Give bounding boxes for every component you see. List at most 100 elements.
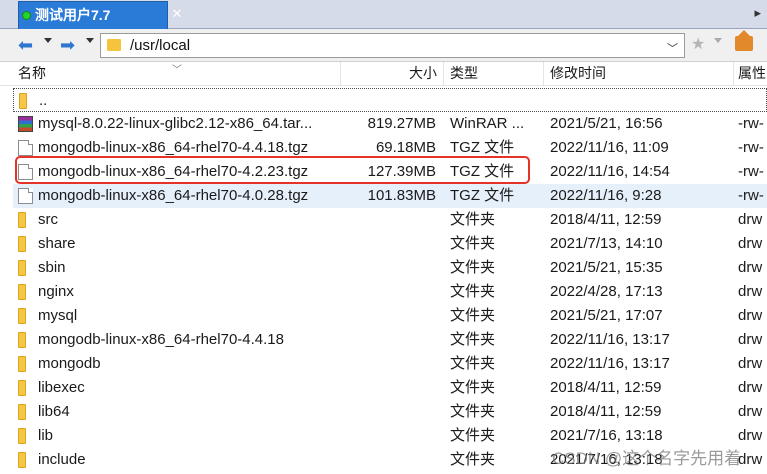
file-attr: -rw- bbox=[738, 187, 764, 204]
file-name: mongodb-linux-x86_64-rhel70-4.4.18 bbox=[38, 331, 284, 348]
file-type: 文件夹 bbox=[450, 451, 496, 468]
file-mtime: 2022/4/28, 17:13 bbox=[550, 283, 663, 300]
file-type: TGZ 文件 bbox=[450, 187, 515, 204]
file-type: 文件夹 bbox=[450, 235, 496, 252]
file-name: lib bbox=[38, 427, 54, 444]
file-attr: drw bbox=[738, 355, 763, 372]
file-name: mysql-8.0.22-linux-glibc2.12-x86_64.tar.… bbox=[38, 115, 313, 132]
file-name: .. bbox=[39, 92, 48, 109]
file-name: share bbox=[38, 235, 76, 252]
path-input[interactable]: /usr/local ﹀ bbox=[100, 33, 685, 58]
file-row[interactable]: mongodb-linux-x86_64-rhel70-4.4.18 文件夹 202… bbox=[13, 328, 767, 352]
file-name: mongodb-linux-x86_64-rhel70-4.0.28.tgz bbox=[38, 187, 309, 204]
file-attr: drw bbox=[738, 211, 763, 228]
tab-bar: 测试用户7.7 ✕ ▸ bbox=[0, 0, 767, 29]
path-toolbar: ⬅ ➡ /usr/local ﹀ ★ bbox=[0, 29, 767, 62]
folder-icon bbox=[107, 39, 121, 51]
column-header-size[interactable]: 大小 bbox=[341, 62, 444, 86]
chevron-down-icon[interactable]: ﹀ bbox=[667, 40, 678, 56]
column-header-name[interactable]: 名称 ﹀ bbox=[0, 62, 341, 86]
file-attr: drw bbox=[738, 403, 763, 420]
file-size: 101.83MB bbox=[367, 187, 436, 204]
file-icon bbox=[18, 140, 33, 156]
file-mtime: 2018/4/11, 12:59 bbox=[550, 379, 662, 396]
file-type: 文件夹 bbox=[450, 331, 496, 348]
file-mtime: 2021/5/21, 17:07 bbox=[550, 307, 663, 324]
folder-icon bbox=[18, 452, 26, 468]
file-attr: drw bbox=[738, 307, 763, 324]
file-attr: drw bbox=[738, 451, 763, 468]
file-row[interactable]: libexec 文件夹 2018/4/11, 12:59 drw bbox=[13, 376, 767, 400]
file-attr: drw bbox=[738, 331, 763, 348]
file-row[interactable]: share 文件夹 2021/7/13, 14:10 drw bbox=[13, 232, 767, 256]
file-name: libexec bbox=[38, 379, 85, 396]
file-row[interactable]: src 文件夹 2018/4/11, 12:59 drw bbox=[13, 208, 767, 232]
home-icon[interactable] bbox=[735, 30, 753, 51]
file-type: 文件夹 bbox=[450, 427, 496, 444]
rar-archive-icon bbox=[18, 116, 33, 132]
file-list: .. mysql-8.0.22-linux-glibc2.12-x86_64.t… bbox=[0, 86, 767, 474]
column-header-name-label: 名称 bbox=[18, 65, 46, 81]
file-mtime: 2021/5/21, 15:35 bbox=[550, 259, 663, 276]
parent-directory-row[interactable]: .. bbox=[13, 88, 767, 112]
back-history-dropdown-icon[interactable] bbox=[44, 38, 52, 43]
sort-indicator-icon: ﹀ bbox=[172, 65, 182, 76]
folder-icon bbox=[18, 260, 26, 276]
file-mtime: 2018/4/11, 12:59 bbox=[550, 403, 662, 420]
folder-icon bbox=[19, 93, 27, 109]
folder-icon bbox=[18, 428, 26, 444]
file-mtime: 2022/11/16, 9:28 bbox=[550, 187, 662, 204]
file-mtime: 2022/11/16, 14:54 bbox=[550, 163, 670, 180]
connected-status-icon bbox=[22, 11, 31, 20]
forward-history-dropdown-icon[interactable] bbox=[86, 38, 94, 43]
highlight-box bbox=[15, 156, 530, 184]
file-mtime: 2022/11/16, 13:17 bbox=[550, 331, 670, 348]
file-attr: drw bbox=[738, 379, 763, 396]
file-mtime: 2018/4/11, 12:59 bbox=[550, 211, 662, 228]
file-icon bbox=[18, 188, 33, 204]
file-attr: drw bbox=[738, 283, 763, 300]
file-attr: drw bbox=[738, 259, 763, 276]
watermark-text: CSDN @这个名字先用着 bbox=[552, 449, 742, 468]
column-header-attr[interactable]: 属性 bbox=[734, 62, 767, 86]
tab-scroll-icon[interactable]: ▸ bbox=[754, 5, 761, 21]
session-tab[interactable]: 测试用户7.7 ✕ bbox=[18, 1, 182, 29]
file-row[interactable]: mongodb-linux-x86_64-rhel70-4.0.28.tgz 10… bbox=[13, 184, 767, 208]
file-type: 文件夹 bbox=[450, 403, 496, 420]
file-mtime: 2021/5/21, 16:56 bbox=[550, 115, 663, 132]
close-tab-icon[interactable]: ✕ bbox=[170, 7, 184, 21]
file-attr: -rw- bbox=[738, 163, 764, 180]
back-arrow-icon[interactable]: ⬅ bbox=[18, 35, 33, 55]
folder-icon bbox=[18, 404, 26, 420]
file-row[interactable]: mongodb 文件夹 2022/11/16, 13:17 drw bbox=[13, 352, 767, 376]
forward-arrow-icon[interactable]: ➡ bbox=[60, 35, 75, 55]
folder-icon bbox=[18, 284, 26, 300]
file-row[interactable]: nginx 文件夹 2022/4/28, 17:13 drw bbox=[13, 280, 767, 304]
column-header-mtime[interactable]: 修改时间 bbox=[544, 62, 734, 86]
file-name: src bbox=[38, 211, 58, 228]
file-attr: drw bbox=[738, 235, 763, 252]
file-row[interactable]: mysql-8.0.22-linux-glibc2.12-x86_64.tar.… bbox=[13, 112, 767, 136]
file-row[interactable]: sbin 文件夹 2021/5/21, 15:35 drw bbox=[13, 256, 767, 280]
column-header-type[interactable]: 类型 bbox=[444, 62, 544, 86]
file-attr: drw bbox=[738, 427, 763, 444]
file-mtime: 2022/11/16, 11:09 bbox=[550, 139, 669, 156]
bookmark-star-icon[interactable]: ★ bbox=[691, 34, 705, 54]
folder-icon bbox=[18, 332, 26, 348]
file-type: WinRAR ... bbox=[450, 115, 525, 132]
file-type: 文件夹 bbox=[450, 283, 496, 300]
path-text: /usr/local bbox=[130, 37, 191, 54]
folder-icon bbox=[18, 380, 26, 396]
file-attr: -rw- bbox=[738, 115, 764, 132]
file-name: include bbox=[38, 451, 86, 468]
file-type: 文件夹 bbox=[450, 259, 496, 276]
bookmark-dropdown-icon[interactable] bbox=[714, 38, 722, 43]
file-size: 819.27MB bbox=[367, 115, 436, 132]
file-row[interactable]: lib64 文件夹 2018/4/11, 12:59 drw bbox=[13, 400, 767, 424]
file-name: sbin bbox=[38, 259, 66, 276]
file-row[interactable]: mysql 文件夹 2021/5/21, 17:07 drw bbox=[13, 304, 767, 328]
file-name: mysql bbox=[38, 307, 78, 324]
file-name: nginx bbox=[38, 283, 74, 300]
file-type: 文件夹 bbox=[450, 379, 496, 396]
file-type: 文件夹 bbox=[450, 211, 496, 228]
